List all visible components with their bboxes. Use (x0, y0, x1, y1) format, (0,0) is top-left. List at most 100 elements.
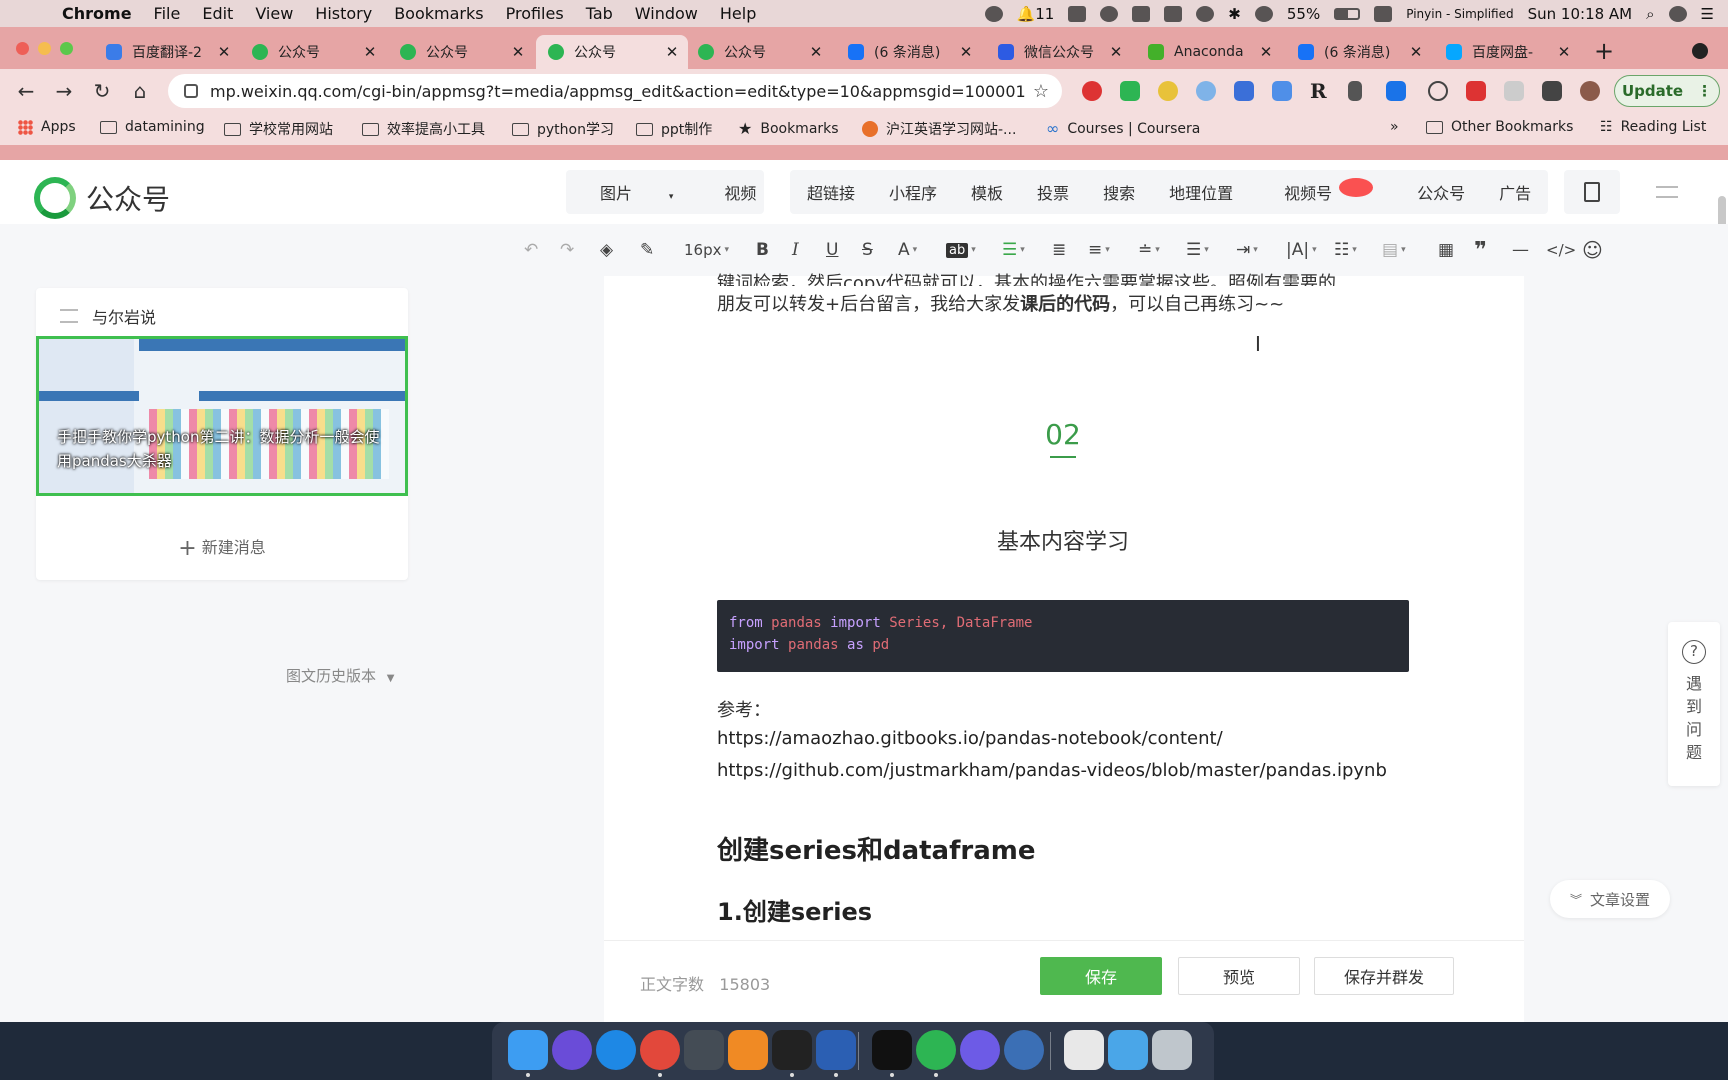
cors-extension-icon[interactable] (1466, 81, 1486, 101)
word-icon[interactable] (816, 1030, 856, 1070)
align-left-icon[interactable]: ☰ ▾ (1002, 238, 1025, 262)
close-tab-icon[interactable]: ✕ (214, 43, 234, 61)
other-bookmarks[interactable]: Other Bookmarks (1426, 119, 1573, 135)
menu-help[interactable]: Help (720, 4, 756, 23)
lock-icon[interactable] (184, 84, 198, 98)
new-message-button[interactable]: + 新建消息 (36, 534, 408, 561)
undo-icon[interactable]: ↶ (524, 238, 538, 262)
battery-icon[interactable] (1334, 7, 1361, 20)
close-tab-icon[interactable]: ✕ (1256, 43, 1276, 61)
preview-button[interactable]: 预览 (1178, 957, 1300, 995)
academic-extension-icon[interactable] (1234, 81, 1254, 101)
quote-icon[interactable]: ❞ (1474, 238, 1487, 263)
bookmark-item[interactable]: python学习 (512, 119, 614, 139)
close-tab-icon[interactable]: ✕ (508, 43, 528, 61)
menu-window[interactable]: Window (635, 4, 698, 23)
save-button[interactable]: 保存 (1040, 957, 1162, 995)
wechat-loading-icon[interactable] (916, 1030, 956, 1070)
format-painter-icon[interactable]: ✎ (640, 238, 654, 262)
bookmark-item[interactable]: Apps (18, 119, 76, 135)
new-tab-button[interactable]: + (1594, 37, 1614, 65)
safari-icon[interactable] (596, 1030, 636, 1070)
new-extension-icon[interactable] (1386, 81, 1406, 101)
browser-tab[interactable]: (6 条消息) ✕ (836, 35, 982, 69)
close-tab-icon[interactable]: ✕ (956, 43, 976, 61)
insert-vote-button[interactable]: 投票 (1020, 180, 1086, 204)
siri-menu-icon[interactable] (1668, 5, 1687, 22)
reload-button[interactable]: ↻ (88, 77, 116, 105)
info-extension-icon[interactable] (1428, 81, 1448, 101)
insert-image-button[interactable]: 图片 ▾ (566, 180, 707, 204)
profile-avatar[interactable] (1580, 81, 1600, 101)
browser-tab[interactable]: 百度网盘- ✕ (1434, 35, 1580, 69)
close-tab-icon[interactable]: ✕ (1106, 43, 1126, 61)
list-icon[interactable]: ☷ ▾ (1334, 238, 1357, 262)
browser-tab[interactable]: 公众号 ✕ (686, 35, 832, 69)
browser-tab[interactable]: (6 条消息) ✕ (1286, 35, 1432, 69)
article-thumbnail[interactable]: 手把手教你学python第二讲：数据分析一般会使用pandas大杀器 (36, 336, 408, 496)
close-tab-icon[interactable]: ✕ (662, 43, 682, 61)
browser-tab[interactable]: 公众号 ✕ (388, 35, 534, 69)
redo-icon[interactable]: ↷ (560, 238, 574, 262)
indent-spacing-icon[interactable]: ⇥ ▾ (1236, 238, 1258, 262)
airplay-icon[interactable] (1164, 5, 1183, 22)
url-text[interactable]: mp.weixin.qq.com/cgi-bin/appmsg?t=media/… (210, 82, 1026, 101)
divider-icon[interactable]: — (1512, 238, 1529, 262)
forward-button[interactable]: → (50, 77, 78, 105)
notification-bell-icon[interactable]: 🔔11 (1017, 5, 1055, 23)
downloads-folder-icon[interactable] (1108, 1030, 1148, 1070)
reading-list[interactable]: ☷ Reading List (1600, 119, 1706, 135)
underline-icon[interactable]: U (826, 238, 838, 262)
translate-extension-icon[interactable] (1272, 81, 1292, 101)
bookmark-item[interactable]: ★ Bookmarks (738, 119, 839, 138)
strikethrough-icon[interactable]: S (862, 238, 873, 262)
wechat-logo[interactable]: 公众号 (34, 177, 170, 219)
toc-button[interactable] (1564, 170, 1620, 214)
document-icon[interactable] (1064, 1030, 1104, 1070)
spotlight-search-icon[interactable]: ⌕ (1646, 5, 1654, 23)
extensions-puzzle-icon[interactable] (1542, 81, 1562, 101)
menu-view[interactable]: View (255, 4, 293, 23)
adblock-extension-icon[interactable] (1082, 81, 1102, 101)
menu-app-name[interactable]: Chrome (62, 4, 132, 23)
eye-icon[interactable] (1100, 5, 1119, 22)
close-tab-icon[interactable]: ✕ (1406, 43, 1426, 61)
zoom-window-button[interactable] (60, 42, 73, 55)
reference-link-2[interactable]: https://github.com/justmarkham/pandas-vi… (717, 760, 1387, 781)
columns-icon[interactable]: ▤ ▾ (1382, 238, 1406, 262)
bookmark-item[interactable]: ppt制作 (636, 119, 712, 139)
time-machine-icon[interactable] (1196, 5, 1215, 22)
insert-channels-button[interactable]: 视频号 (1250, 178, 1400, 204)
browser-tab[interactable]: 公众号 ✕ (536, 35, 688, 69)
evernote-extension-icon[interactable] (1120, 81, 1140, 101)
bookmark-item[interactable]: 沪江英语学习网站-... (862, 119, 1016, 139)
article-settings-button[interactable]: ︾ 文章设置 (1550, 880, 1670, 918)
bookmark-item[interactable]: datamining (100, 119, 205, 135)
code-icon[interactable]: </> (1546, 238, 1576, 262)
shortcuts-icon[interactable] (960, 1030, 1000, 1070)
wifi-icon[interactable] (1254, 5, 1273, 22)
browser-tab[interactable]: 微信公众号 ✕ (986, 35, 1132, 69)
reference-link-1[interactable]: https://amaozhao.gitbooks.io/pandas-note… (717, 728, 1223, 749)
sublime-icon[interactable] (728, 1030, 768, 1070)
finder-icon[interactable] (508, 1030, 548, 1070)
close-window-button[interactable] (16, 42, 29, 55)
flag-extension-icon[interactable] (1348, 81, 1362, 101)
menu-profiles[interactable]: Profiles (506, 4, 564, 23)
letter-spacing-icon[interactable]: |A| ▾ (1286, 238, 1317, 262)
italic-icon[interactable]: I (792, 238, 799, 262)
browser-tab[interactable]: 百度翻译-2 ✕ (94, 35, 240, 69)
bookmark-item[interactable]: 学校常用网站 (224, 119, 333, 139)
paragraph[interactable]: 朋友可以转发+后台留言，我给大家发课后的代码，可以自己再练习~~ (717, 290, 1284, 316)
code-block[interactable]: from pandas import Series, DataFrame imp… (717, 600, 1409, 672)
menu-history[interactable]: History (315, 4, 372, 23)
bookmark-star-icon[interactable]: ☆ (1026, 81, 1056, 102)
tab-search-icon[interactable] (1692, 43, 1708, 59)
insert-video-button[interactable]: 视频 (707, 180, 773, 204)
address-bar[interactable]: mp.weixin.qq.com/cgi-bin/appmsg?t=media/… (168, 74, 1062, 108)
activity-monitor-icon[interactable] (684, 1030, 724, 1070)
close-tab-icon[interactable]: ✕ (360, 43, 380, 61)
home-button[interactable]: ⌂ (126, 77, 154, 105)
terminal-icon[interactable] (772, 1030, 812, 1070)
screen-app-icon[interactable] (1004, 1030, 1044, 1070)
